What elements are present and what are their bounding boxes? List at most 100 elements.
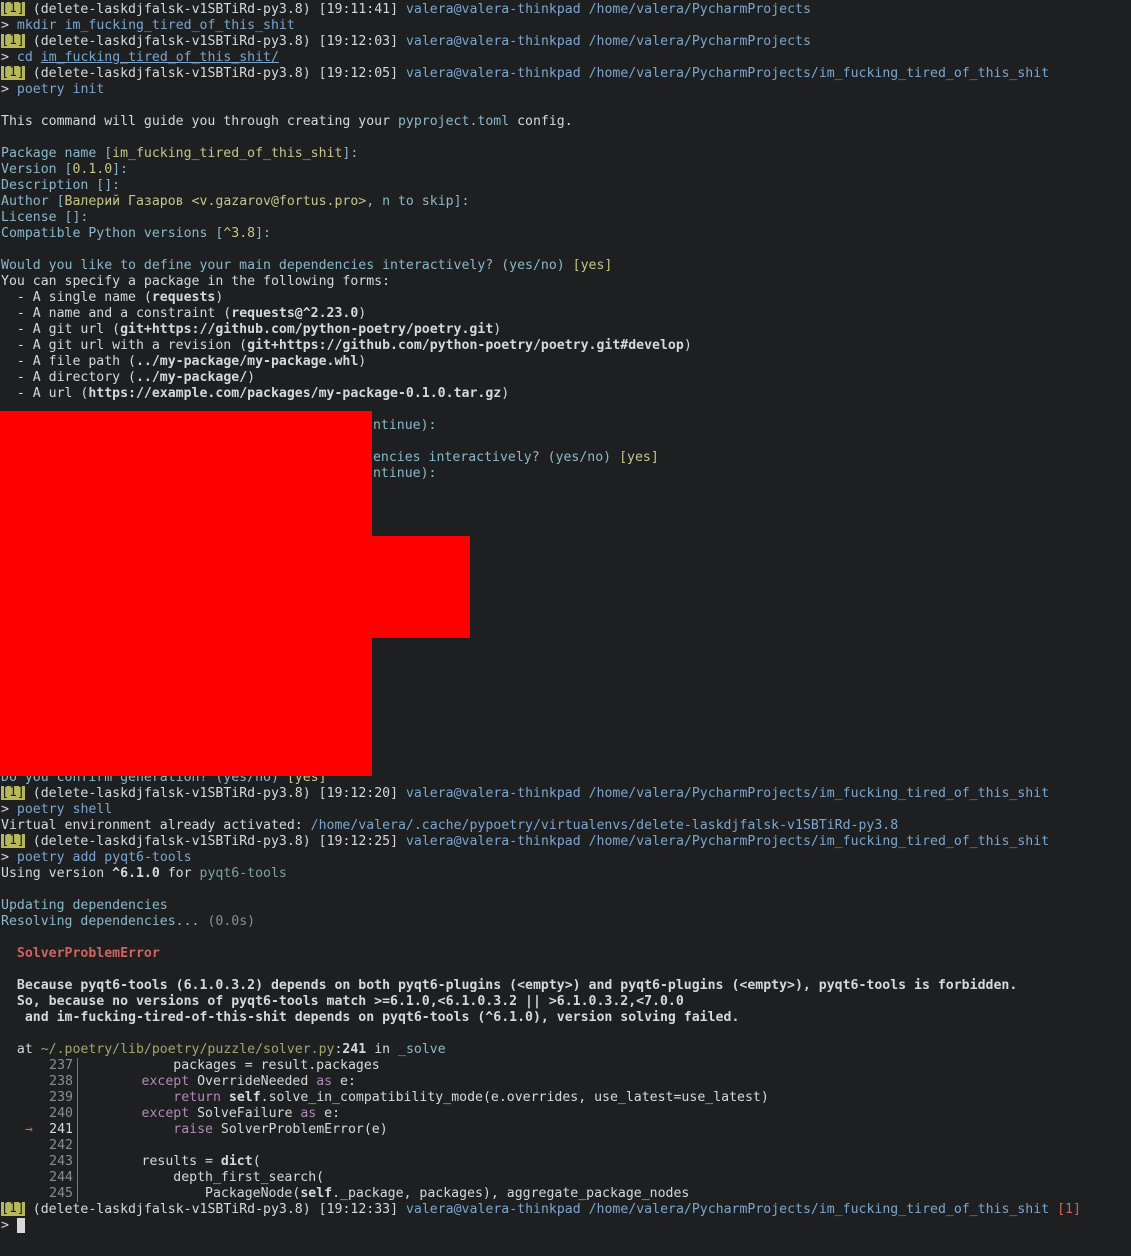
line-number: 239 [49,1090,73,1105]
code-line: 240 except SolveFailure as e: [1,1106,1131,1122]
gutter-divider [77,1138,78,1154]
error-message: and im-fucking-tired-of-this-shit depend… [1,1010,740,1025]
code-line: 244 depth_first_search( [1,1170,1131,1186]
status-box: [1] [1,786,25,800]
pyproject-filename: pyproject.toml [397,114,510,129]
line-number: 243 [49,1154,73,1169]
prompt-line: [1] (delete-laskdjfalsk-v1SBTiRd-py3.8) … [1,834,1131,850]
form-item: - A directory (../my-package/) [1,370,256,385]
code-line: 239 return self.solve_in_compatibility_m… [1,1090,1131,1106]
version-prompt: Version [0.1.0]: [1,162,129,177]
license-prompt: License []: [1,210,89,225]
user-host: valera@valera-thinkpad [405,834,581,849]
prompt-line: [1] (delete-laskdjfalsk-v1SBTiRd-py3.8) … [1,1202,1131,1218]
line-number: 238 [49,1074,73,1089]
error-message: Because pyqt6-tools (6.1.0.3.2) depends … [1,978,1018,993]
code-token: packages = result.packages [78,1058,380,1073]
command: poetry [16,82,65,97]
status-box: [1] [1,834,25,848]
prompt-arrow: > [1,1218,9,1233]
timestamp: [19:12:25] [318,834,399,849]
command-line: > cd im_fucking_tired_of_this_shit/ [1,50,1131,66]
code-token: e: [332,1074,356,1089]
status-box: [1] [1,1202,25,1216]
specify-hint: You can specify a package in the followi… [1,274,391,289]
cwd: /home/valera/PycharmProjects/im_fucking_… [588,834,1050,849]
command-arg: add [72,850,97,865]
cwd: /home/valera/PycharmProjects [588,2,811,17]
error-name: SolverProblemError [16,946,160,961]
form-item: - A git url with a revision (git+https:/… [1,338,692,353]
virtualenv-name: (delete-laskdjfalsk-v1SBTiRd-py3.8) [32,2,311,17]
command-arg: pyqt6-tools [104,850,192,865]
timestamp: [19:11:41] [318,2,399,17]
command: poetry [16,850,65,865]
command-arg: im_fucking_tired_of_this_shit [64,18,295,33]
command-line: > poetry add pyqt6-tools [1,850,1131,866]
shell-output: Virtual environment already activated: /… [1,818,899,833]
init-intro: This command will guide you through crea… [1,114,573,129]
traceback-location: at ~/.poetry/lib/poetry/puzzle/solver.py… [1,1042,446,1057]
code-token: as [300,1106,317,1121]
prompt-arrow: > [1,18,9,33]
status-box: [1] [1,66,25,80]
code-line: 242 [1,1138,1131,1154]
virtualenv-name: (delete-laskdjfalsk-v1SBTiRd-py3.8) [32,834,311,849]
cwd: /home/valera/PycharmProjects [588,34,811,49]
code-token: return [173,1090,221,1105]
timestamp: [19:12:20] [318,786,399,801]
redaction-block [372,536,470,638]
prompt-arrow: > [1,82,9,97]
command-line[interactable]: > [1,1218,1131,1234]
updating-deps: Updating dependencies [1,898,168,913]
code-token: OverrideNeeded [189,1074,317,1089]
code-token: except [141,1106,190,1121]
code-token: SolverProblemError(e) [212,1122,388,1137]
user-host: valera@valera-thinkpad [405,2,581,17]
cwd: /home/valera/PycharmProjects/im_fucking_… [588,786,1050,801]
code-token: self [300,1186,333,1201]
user-host: valera@valera-thinkpad [405,786,581,801]
code-token: depth_first_search( [78,1170,325,1185]
command-line: > poetry init [1,82,1131,98]
code-token: results = [78,1154,221,1169]
code-line: 243 results = dict( [1,1154,1131,1170]
line-number: 244 [49,1170,73,1185]
form-item: - A single name (requests) [1,290,224,305]
virtualenv-name: (delete-laskdjfalsk-v1SBTiRd-py3.8) [32,66,311,81]
timestamp: [19:12:03] [318,34,399,49]
author-prompt: Author [Валерий Газаров <v.gazarov@fortu… [1,194,470,209]
prompt-arrow: > [1,802,9,817]
code-token: self [228,1090,261,1105]
status-box: [1] [1,2,25,16]
command: mkdir [16,18,57,33]
code-token: except [141,1074,190,1089]
error-message: So, because no versions of pyqt6-tools m… [1,994,684,1009]
code-line: → 241 raise SolverProblemError(e) [1,1122,1131,1138]
cwd: /home/valera/PycharmProjects/im_fucking_… [588,1202,1050,1217]
line-number: 240 [49,1106,73,1121]
code-token: SolveFailure [189,1106,301,1121]
form-item: - A file path (../my-package/my-package.… [1,354,367,369]
command-arg: shell [72,802,113,817]
cwd: /home/valera/PycharmProjects/im_fucking_… [588,66,1050,81]
prompt-line: [1] (delete-laskdjfalsk-v1SBTiRd-py3.8) … [1,786,1131,802]
command-line: > mkdir im_fucking_tired_of_this_shit [1,18,1131,34]
line-number: 242 [49,1138,73,1153]
prompt-line: [1] (delete-laskdjfalsk-v1SBTiRd-py3.8) … [1,2,1131,18]
virtualenv-name: (delete-laskdjfalsk-v1SBTiRd-py3.8) [32,786,311,801]
prompt-line: [1] (delete-laskdjfalsk-v1SBTiRd-py3.8) … [1,34,1131,50]
virtualenv-name: (delete-laskdjfalsk-v1SBTiRd-py3.8) [32,34,311,49]
code-token: ._package, packages), aggregate_package_… [332,1186,690,1201]
prompt-arrow: > [1,850,9,865]
text-cursor [16,1218,25,1233]
status-box: [1] [1,34,25,48]
code-token: dict [220,1154,253,1169]
line-number: 245 [49,1186,73,1201]
user-host: valera@valera-thinkpad [405,34,581,49]
form-item: - A name and a constraint (requests@^2.2… [1,306,367,321]
